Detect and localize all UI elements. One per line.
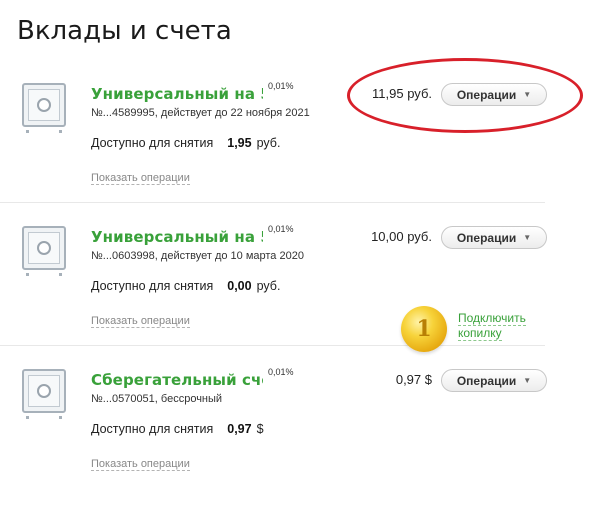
account-balance: 11,95 руб. [372, 86, 432, 101]
available-label: Доступно для снятия [91, 136, 214, 150]
account-description: №...0603998, действует до 10 марта 2020 [91, 250, 304, 262]
available-label: Доступно для снятия [91, 422, 214, 436]
safe-dial-icon [37, 384, 51, 398]
show-operations-link[interactable]: Показать операции [91, 315, 190, 328]
piggy-line-2: копилку [458, 326, 502, 341]
safe-icon [22, 226, 66, 270]
operations-label: Операции [456, 373, 517, 388]
show-operations-link[interactable]: Показать операции [91, 458, 190, 471]
account-rate: 0,01% [268, 81, 294, 91]
coin-icon[interactable]: 1 [401, 306, 447, 352]
account-balance: 0,97 $ [395, 372, 432, 387]
safe-icon [22, 83, 66, 127]
divider [0, 202, 545, 203]
account-rate: 0,01% [268, 367, 294, 377]
available-row: Доступно для снятия 1,95 руб. [91, 136, 280, 150]
account-name-link[interactable]: Универсальный на 5 лет [91, 85, 263, 103]
available-row: Доступно для снятия 0,00 руб. [91, 279, 280, 293]
account-name-link[interactable]: Сберегательный счет [91, 371, 263, 389]
available-currency: руб. [256, 279, 281, 293]
operations-label: Операции [456, 230, 517, 245]
operations-button[interactable]: Операции ▼ [441, 83, 547, 106]
account-description: №...4589995, действует до 22 ноября 2021 [91, 107, 310, 119]
account-name-link[interactable]: Универсальный на 5 лет [91, 228, 263, 246]
available-currency: руб. [256, 136, 281, 150]
account-card: Универсальный на 5 лет 0,01% №...4589995… [0, 73, 600, 213]
available-row: Доступно для снятия 0,97 $ [91, 422, 264, 436]
operations-button[interactable]: Операции ▼ [441, 226, 547, 249]
safe-feet [26, 273, 62, 276]
available-label: Доступно для снятия [91, 279, 214, 293]
safe-dial-icon [37, 241, 51, 255]
divider [0, 345, 545, 346]
show-operations-link[interactable]: Показать операции [91, 172, 190, 185]
safe-feet [26, 130, 62, 133]
available-amount: 0,97 [227, 422, 252, 436]
caret-down-icon: ▼ [523, 90, 532, 99]
page-title: Вклады и счета [17, 16, 232, 46]
operations-label: Операции [456, 87, 517, 102]
safe-feet [26, 416, 62, 419]
caret-down-icon: ▼ [523, 376, 532, 385]
coin-glyph: 1 [416, 316, 432, 342]
caret-down-icon: ▼ [523, 233, 532, 242]
available-amount: 1,95 [227, 136, 252, 150]
safe-dial-icon [37, 98, 51, 112]
operations-button[interactable]: Операции ▼ [441, 369, 547, 392]
available-currency: $ [256, 422, 264, 436]
account-card: Сберегательный счет 0,01% №...0570051, б… [0, 359, 600, 499]
account-rate: 0,01% [268, 224, 294, 234]
account-description: №...0570051, бессрочный [91, 393, 223, 405]
account-balance: 10,00 руб. [371, 229, 432, 244]
connect-piggy-bank-link[interactable]: Подключить копилку [458, 311, 548, 341]
safe-icon [22, 369, 66, 413]
piggy-line-1: Подключить [458, 311, 526, 326]
available-amount: 0,00 [227, 279, 252, 293]
